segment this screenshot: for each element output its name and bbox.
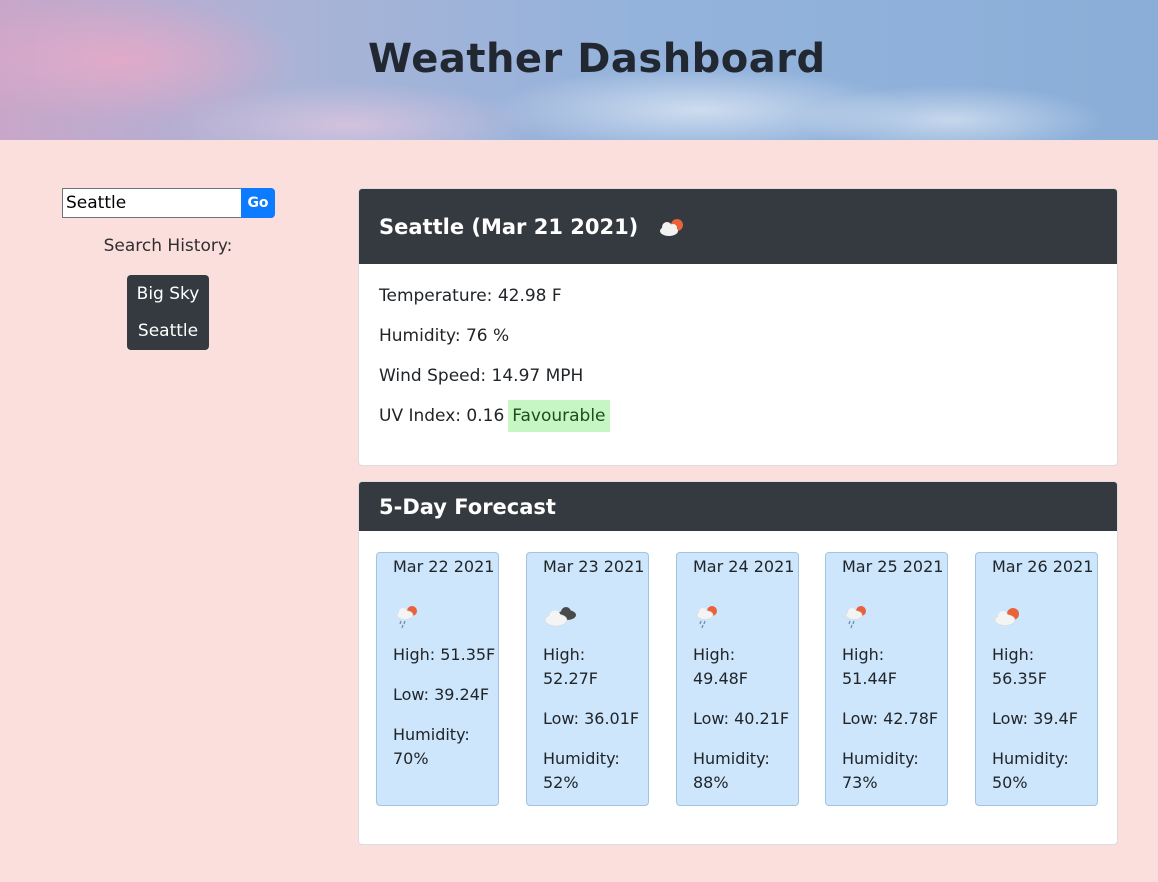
uv-index-value: UV Index: 0.16 [379, 406, 505, 426]
forecast-high: High: 49.48F [693, 645, 749, 688]
cloud-sun-icon [992, 589, 1097, 643]
forecast-date: Mar 25 2021 [842, 557, 944, 576]
hero-banner: Weather Dashboard [0, 0, 1158, 140]
forecast-day-card: Mar 25 2021 High: 51.44F Low: 42.78F Hum… [825, 552, 948, 806]
forecast-date: Mar 23 2021 [543, 557, 645, 576]
forecast-card: 5-Day Forecast Mar 22 2021 High: 51.35F … [358, 481, 1118, 845]
forecast-day-card: Mar 26 2021 High: 56.35F Low: 39.4F Humi… [975, 552, 1098, 806]
city-search-input[interactable] [62, 188, 241, 218]
search-history-label: Search History: [103, 236, 233, 256]
forecast-humidity: Humidity: 88% [693, 749, 770, 792]
forecast-humidity: Humidity: 50% [992, 749, 1069, 792]
cloud-sun-icon [658, 216, 686, 238]
forecast-day-card: Mar 22 2021 High: 51.35F Low: 39.24F Hum… [376, 552, 499, 806]
current-city-heading: Seattle (Mar 21 2021) [379, 214, 639, 239]
forecast-date: Mar 26 2021 [992, 557, 1094, 576]
forecast-low: Low: 40.21F [693, 709, 790, 728]
forecast-humidity: Humidity: 70% [393, 725, 470, 768]
forecast-high: High: 51.44F [842, 645, 898, 688]
rain-sun-icon [842, 589, 947, 643]
search-history-list: Big Sky Seattle [127, 275, 209, 350]
page-title: Weather Dashboard [368, 36, 826, 82]
forecast-humidity: Humidity: 73% [842, 749, 919, 792]
temperature-value: Temperature: 42.98 F [379, 286, 562, 306]
uv-status-badge: Favourable [508, 400, 610, 432]
humidity-value: Humidity: 76 % [379, 326, 510, 346]
current-weather-header: Seattle (Mar 21 2021) [359, 189, 1117, 264]
current-weather-card: Seattle (Mar 21 2021) Temperature: 42.98… [358, 188, 1118, 466]
forecast-humidity: Humidity: 52% [543, 749, 620, 792]
forecast-day-card: Mar 24 2021 High: 49.48F Low: 40.21F Hum… [676, 552, 799, 806]
go-button[interactable]: Go [241, 188, 275, 218]
history-item-big-sky[interactable]: Big Sky [127, 276, 209, 313]
forecast-low: Low: 42.78F [842, 709, 939, 728]
forecast-high: High: 51.35F [393, 645, 496, 664]
forecast-low: Low: 39.24F [393, 685, 490, 704]
history-item-seattle[interactable]: Seattle [127, 313, 209, 350]
forecast-high: High: 56.35F [992, 645, 1048, 688]
rain-sun-icon [693, 589, 798, 643]
forecast-low: Low: 36.01F [543, 709, 640, 728]
cloudy-icon [543, 589, 648, 643]
forecast-date: Mar 24 2021 [693, 557, 795, 576]
rain-sun-icon [393, 589, 498, 643]
forecast-row: Mar 22 2021 High: 51.35F Low: 39.24F Hum… [359, 531, 1117, 844]
forecast-date: Mar 22 2021 [393, 557, 495, 576]
forecast-high: High: 52.27F [543, 645, 599, 688]
forecast-low: Low: 39.4F [992, 709, 1078, 728]
forecast-header: 5-Day Forecast [359, 482, 1117, 531]
uv-index-row: UV Index: 0.16 Favourable [379, 396, 1097, 436]
forecast-day-card: Mar 23 2021 High: 52.27F Low: 36.01F Hum… [526, 552, 649, 806]
search-bar: Go [62, 188, 275, 218]
